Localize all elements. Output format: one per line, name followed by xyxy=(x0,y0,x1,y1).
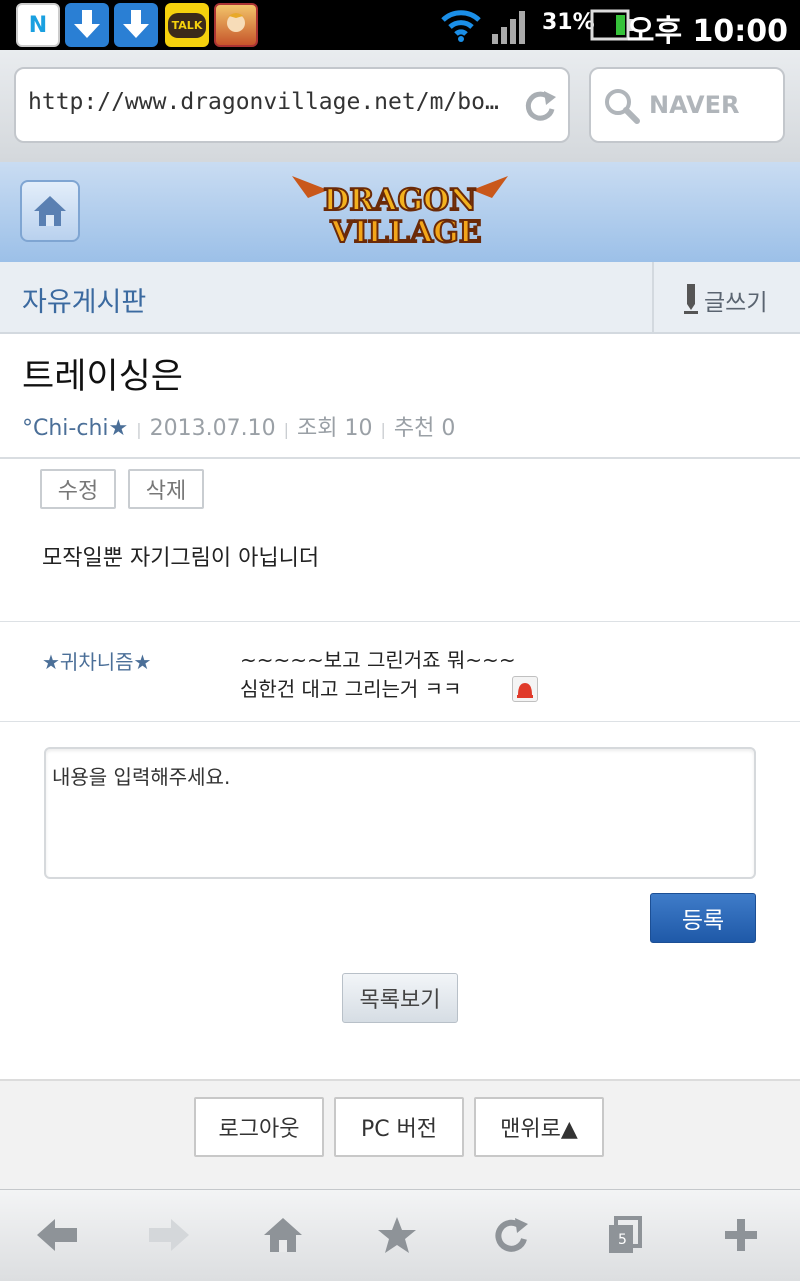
search-icon xyxy=(605,89,640,124)
home-icon[interactable] xyxy=(258,1210,308,1260)
browser-address-bar: http://www.dragonvillage.net/m/bo… NAVER xyxy=(0,50,800,163)
add-icon[interactable] xyxy=(716,1210,766,1260)
divider xyxy=(0,457,800,459)
browser-toolbar: 5 xyxy=(0,1189,800,1281)
tab-count: 5 xyxy=(618,1232,627,1248)
url-text: http://www.dragonvillage.net/m/bo… xyxy=(28,89,499,115)
wifi-icon xyxy=(441,10,481,42)
back-arrow-icon[interactable] xyxy=(32,1210,82,1260)
post-recommend: 추천 0 xyxy=(393,416,456,441)
write-button[interactable]: 글쓰기 xyxy=(652,262,800,332)
logout-button[interactable]: 로그아웃 xyxy=(194,1097,324,1157)
pencil-icon xyxy=(684,284,698,314)
battery-percent: 31% xyxy=(542,10,595,35)
kakaotalk-label: TALK xyxy=(167,12,207,38)
emoticon-icon xyxy=(512,676,538,702)
naver-icon: N xyxy=(16,3,60,47)
reply-textarea[interactable]: 내용을 입력해주세요. xyxy=(44,747,756,879)
signal-icon xyxy=(492,11,525,44)
delete-button[interactable]: 삭제 xyxy=(128,469,204,509)
comment-author[interactable]: ★귀차니즘★ xyxy=(42,646,151,675)
reply-placeholder: 내용을 입력해주세요. xyxy=(52,765,231,789)
forward-arrow-icon[interactable] xyxy=(144,1210,194,1260)
svg-text:VILLAGE: VILLAGE xyxy=(329,215,481,250)
pc-version-button[interactable]: PC 버전 xyxy=(334,1097,464,1157)
divider xyxy=(0,721,800,722)
status-bar: N TALK 31% 오후 10:00 xyxy=(0,0,800,50)
tabs-icon[interactable]: 5 xyxy=(600,1210,650,1260)
comment-text: ~~~~~보고 그린거죠 뭐~~~ xyxy=(240,648,516,672)
svg-text:DRAGON: DRAGON xyxy=(323,183,476,218)
post-body: 모작일뿐 자기그림이 아닙니더 xyxy=(42,546,320,571)
naver-label: N xyxy=(28,12,48,38)
post-meta: °Chi-chi★ | 2013.07.10 | 조회 10 | 추천 0 xyxy=(22,416,456,441)
divider xyxy=(0,621,800,622)
post-author[interactable]: °Chi-chi★ xyxy=(22,416,128,441)
board-title[interactable]: 자유게시판 xyxy=(22,280,146,319)
clock: 오후 10:00 xyxy=(626,14,788,49)
post-date: 2013.07.10 xyxy=(149,416,276,441)
site-home-button[interactable] xyxy=(20,180,80,242)
post-views: 조회 10 xyxy=(296,416,373,441)
download-icon xyxy=(65,3,109,47)
refresh-icon[interactable] xyxy=(486,1210,536,1260)
home-icon xyxy=(34,196,66,226)
edit-button[interactable]: 수정 xyxy=(40,469,116,509)
game-app-icon xyxy=(214,3,258,47)
bookmark-star-icon[interactable] xyxy=(372,1210,422,1260)
download-icon xyxy=(114,3,158,47)
submit-button[interactable]: 등록 xyxy=(650,893,756,943)
site-header: DRAGON VILLAGE xyxy=(0,162,800,263)
write-label: 글쓰기 xyxy=(704,290,768,316)
comment-text: 심한건 대고 그리는거 ㅋㅋ xyxy=(240,677,462,701)
kakaotalk-icon: TALK xyxy=(165,3,209,47)
site-footer: 로그아웃 PC 버전 맨위로▲ xyxy=(0,1079,800,1191)
list-view-button[interactable]: 목록보기 xyxy=(342,973,458,1023)
dragon-village-logo[interactable]: DRAGON VILLAGE xyxy=(288,168,512,254)
board-header: 자유게시판 글쓰기 xyxy=(0,262,800,334)
search-placeholder: NAVER xyxy=(649,91,740,119)
post-title: 트레이싱은 xyxy=(22,357,184,397)
scroll-top-button[interactable]: 맨위로▲ xyxy=(474,1097,604,1157)
reload-icon[interactable] xyxy=(522,87,558,125)
search-input[interactable]: NAVER xyxy=(589,67,785,143)
url-field[interactable]: http://www.dragonvillage.net/m/bo… xyxy=(14,67,570,143)
